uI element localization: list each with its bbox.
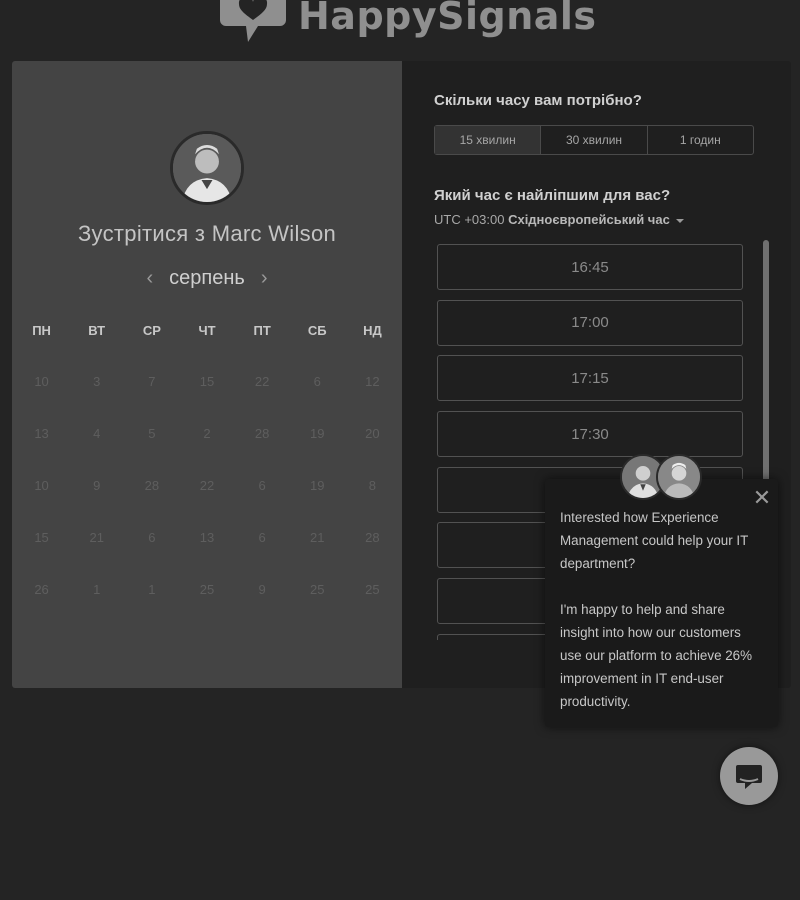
chat-launcher-button[interactable] bbox=[720, 747, 778, 805]
duration-question: Скільки часу вам потрібно? bbox=[434, 92, 642, 109]
host-avatar bbox=[170, 131, 244, 205]
calendar-day[interactable]: 20 bbox=[345, 425, 400, 477]
calendar-day[interactable]: 1 bbox=[69, 581, 124, 633]
time-question: Який час є найліпшим для вас? bbox=[434, 187, 671, 204]
weekday-label: ВТ bbox=[88, 323, 106, 338]
speech-bubble-heart-icon bbox=[220, 0, 286, 42]
calendar-day[interactable]: 9 bbox=[235, 581, 290, 633]
timezone-offset: UTC +03:00 bbox=[434, 212, 509, 227]
weekday-label: ЧТ bbox=[198, 323, 216, 338]
time-slot[interactable]: 17:30 bbox=[437, 411, 743, 458]
weekday-label: СБ bbox=[307, 323, 327, 338]
calendar-day[interactable]: 25 bbox=[179, 581, 234, 633]
calendar-panel: Зустрітися з Marc Wilson ‹ серпень › ПН … bbox=[12, 61, 402, 688]
agent-avatars bbox=[620, 454, 705, 502]
calendar-day[interactable]: 15 bbox=[14, 529, 69, 581]
brand-name: HappySignals bbox=[298, 0, 597, 38]
calendar-day[interactable]: 6 bbox=[235, 477, 290, 529]
calendar-days: 10 3 7 15 22 6 12 13 4 5 2 28 19 20 10 9 28 22 6 19 8 15 21 6 13… bbox=[12, 373, 402, 633]
duration-option-15[interactable]: 15 хвилин bbox=[435, 126, 542, 154]
calendar-day[interactable]: 21 bbox=[69, 529, 124, 581]
calendar-day[interactable]: 5 bbox=[124, 425, 179, 477]
brand-logo: HappySignals bbox=[218, 0, 597, 46]
calendar-day[interactable]: 10 bbox=[14, 373, 69, 425]
calendar-day[interactable]: 10 bbox=[14, 477, 69, 529]
duration-option-30[interactable]: 30 хвилин bbox=[541, 126, 648, 154]
weekday-label: ПТ bbox=[253, 323, 271, 338]
month-navigation: ‹ серпень › bbox=[12, 267, 402, 290]
calendar-day[interactable]: 2 bbox=[179, 425, 234, 477]
close-icon[interactable]: ✕ bbox=[752, 487, 772, 509]
agent-avatar bbox=[656, 454, 702, 500]
calendar-day[interactable]: 6 bbox=[124, 529, 179, 581]
calendar-day[interactable]: 28 bbox=[235, 425, 290, 477]
month-label: серпень bbox=[169, 267, 245, 289]
calendar-day[interactable]: 19 bbox=[290, 425, 345, 477]
timezone-selector[interactable]: UTC +03:00 Східноєвропейський час bbox=[434, 212, 684, 227]
calendar-day[interactable]: 28 bbox=[345, 529, 400, 581]
calendar-day[interactable]: 8 bbox=[345, 477, 400, 529]
duration-option-60[interactable]: 1 годин bbox=[648, 126, 753, 154]
calendar-day[interactable]: 6 bbox=[235, 529, 290, 581]
calendar-day[interactable]: 19 bbox=[290, 477, 345, 529]
chevron-right-icon[interactable]: › bbox=[261, 267, 268, 290]
calendar-day[interactable]: 3 bbox=[69, 373, 124, 425]
calendar-day[interactable]: 6 bbox=[290, 373, 345, 425]
time-slot[interactable]: 17:15 bbox=[437, 355, 743, 402]
calendar-day[interactable]: 21 bbox=[290, 529, 345, 581]
calendar-day[interactable]: 1 bbox=[124, 581, 179, 633]
calendar-day[interactable]: 26 bbox=[14, 581, 69, 633]
calendar-day[interactable]: 28 bbox=[124, 477, 179, 529]
weekday-label: НД bbox=[363, 323, 382, 338]
meeting-title: Зустрітися з Marc Wilson bbox=[77, 221, 337, 246]
calendar-day[interactable]: 25 bbox=[290, 581, 345, 633]
time-slot[interactable]: 17:00 bbox=[437, 299, 743, 346]
calendar-day[interactable]: 15 bbox=[179, 373, 234, 425]
calendar-day[interactable]: 13 bbox=[14, 425, 69, 477]
chevron-down-icon bbox=[675, 218, 684, 223]
calendar-day[interactable]: 22 bbox=[235, 373, 290, 425]
calendar-day[interactable]: 4 bbox=[69, 425, 124, 477]
calendar-day[interactable]: 12 bbox=[345, 373, 400, 425]
calendar-day[interactable]: 7 bbox=[124, 373, 179, 425]
chat-bubble-icon bbox=[736, 765, 762, 789]
calendar-day[interactable]: 25 bbox=[345, 581, 400, 633]
weekday-label: ПН bbox=[32, 323, 51, 338]
timezone-name: Східноєвропейський час bbox=[508, 212, 670, 227]
duration-selector: 15 хвилин 30 хвилин 1 годин bbox=[434, 125, 754, 155]
chevron-left-icon[interactable]: ‹ bbox=[146, 267, 153, 290]
weekday-label: СР bbox=[142, 323, 161, 338]
calendar-day[interactable]: 9 bbox=[69, 477, 124, 529]
time-slot[interactable]: 16:45 bbox=[437, 244, 743, 290]
chat-popup-message: Interested how Experience Management cou… bbox=[560, 506, 766, 713]
calendar-day[interactable]: 22 bbox=[179, 477, 234, 529]
chat-popup-paragraph: I'm happy to help and share insight into… bbox=[560, 602, 753, 709]
weekday-header: ПН ВТ СР ЧТ ПТ СБ НД bbox=[12, 323, 402, 338]
calendar-day[interactable]: 13 bbox=[179, 529, 234, 581]
chat-popup-paragraph: Interested how Experience Management cou… bbox=[560, 510, 749, 571]
